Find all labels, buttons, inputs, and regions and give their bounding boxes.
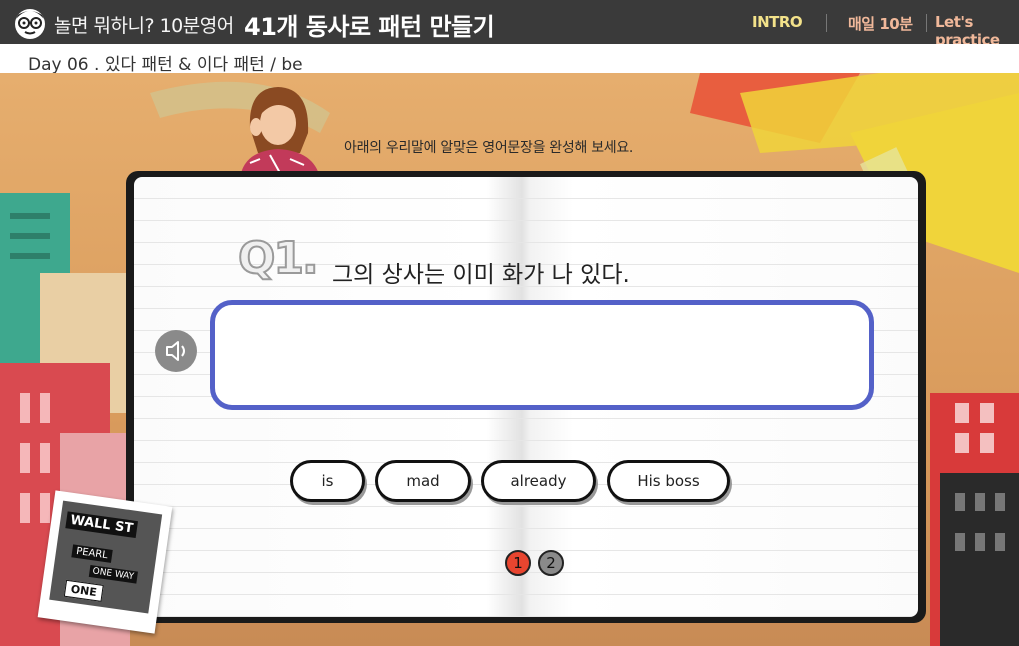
speaker-icon [166,341,185,361]
nav-daily-10min[interactable]: 매일 10분 [848,13,913,34]
page-button-1[interactable]: 1 [505,550,531,576]
top-bar: 놀면 뭐하니? 10분영어 41개 동사로 패턴 만들기 INTRO 매일 10… [0,0,1019,49]
sign-wall-st: WALL ST [65,511,139,539]
word-choice-is[interactable]: is [290,460,365,502]
nav-divider [826,14,827,32]
nav-intro[interactable]: INTRO [752,13,803,31]
series-title: 놀면 뭐하니? 10분영어 [54,15,234,37]
word-choice-his-boss[interactable]: His boss [607,460,730,502]
question-number: Q1. [237,232,320,285]
course-title: 41개 동사로 패턴 만들기 [244,13,495,41]
sign-pearl: PEARL [71,544,113,563]
sign-one: ONE [63,579,104,602]
photo-frame: WALL ST PEARL ONE WAY ONE [49,500,163,614]
lesson-bar: Day 06 . 있다 패턴 & 이다 패턴 / be [0,44,1019,75]
word-choice-mad[interactable]: mad [375,460,471,502]
street-sign-photo: WALL ST PEARL ONE WAY ONE [37,490,173,634]
instruction-text: 아래의 우리말에 알맞은 영어문장을 완성해 보세요. [344,140,634,156]
lesson-stage: 아래의 우리말에 알맞은 영어문장을 완성해 보세요. Q1. 그의 상사는 이… [0,73,1019,646]
sign-one-way: ONE WAY [88,565,138,584]
word-choice-already[interactable]: already [481,460,596,502]
lesson-title: Day 06 . 있다 패턴 & 이다 패턴 / be [28,55,303,75]
nav-divider [926,14,927,32]
page-button-2[interactable]: 2 [538,550,564,576]
audio-play-button[interactable] [155,330,197,372]
presenter-image [240,87,320,178]
answer-field[interactable] [210,300,874,410]
character-logo-icon [15,9,45,39]
question-korean: 그의 상사는 이미 화가 나 있다. [332,262,630,288]
